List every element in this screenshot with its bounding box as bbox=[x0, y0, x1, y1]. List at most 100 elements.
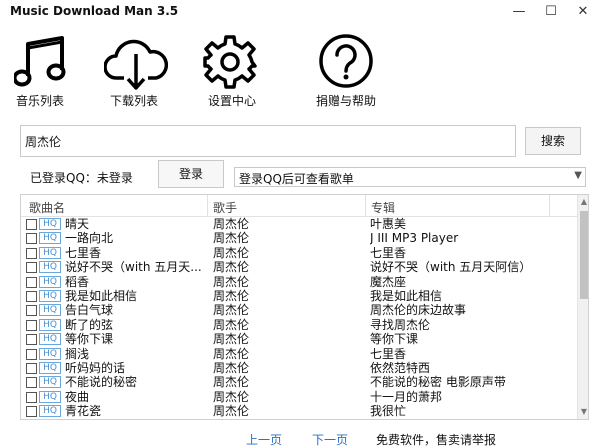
row-checkbox[interactable] bbox=[26, 406, 37, 418]
hq-badge: HQ bbox=[39, 232, 61, 245]
artist-name: 周杰伦 bbox=[213, 245, 250, 260]
table-row[interactable]: HQ 夜曲 周杰伦 十一月的萧邦 bbox=[21, 390, 577, 404]
login-button[interactable]: 登录 bbox=[158, 160, 224, 188]
close-button[interactable]: ✕ bbox=[572, 2, 594, 22]
table-row[interactable]: HQ 稻香 周杰伦 魔杰座 bbox=[21, 275, 577, 289]
row-checkbox[interactable] bbox=[26, 247, 37, 259]
artist-name: 周杰伦 bbox=[213, 317, 250, 332]
album-name: 我是如此相信 bbox=[370, 288, 443, 303]
table-row[interactable]: HQ 我是如此相信 周杰伦 我是如此相信 bbox=[21, 289, 577, 303]
hq-badge: HQ bbox=[39, 304, 61, 317]
hq-badge: HQ bbox=[39, 390, 61, 403]
table-row[interactable]: HQ 告白气球 周杰伦 周杰伦的床边故事 bbox=[21, 303, 577, 317]
column-divider[interactable] bbox=[549, 195, 550, 217]
artist-name: 周杰伦 bbox=[213, 217, 250, 231]
song-title: 稻香 bbox=[65, 274, 90, 289]
table-row[interactable]: HQ 断了的弦 周杰伦 寻找周杰伦 bbox=[21, 318, 577, 332]
help-button[interactable]: 捐赠与帮助 bbox=[310, 34, 400, 110]
table-row[interactable]: HQ 晴天 周杰伦 叶惠美 bbox=[21, 217, 577, 231]
music-list-label: 音乐列表 bbox=[16, 94, 65, 108]
artist-name: 周杰伦 bbox=[213, 260, 250, 275]
album-name: 周杰伦的床边故事 bbox=[370, 303, 467, 318]
song-title: 不能说的秘密 bbox=[65, 375, 138, 390]
artist-name: 周杰伦 bbox=[213, 231, 250, 246]
row-checkbox[interactable] bbox=[26, 262, 37, 274]
table-row[interactable]: HQ 搁浅 周杰伦 七里香 bbox=[21, 347, 577, 361]
album-name: 说好不哭（with 五月天阿信） bbox=[370, 260, 532, 275]
hq-badge: HQ bbox=[39, 261, 61, 274]
row-checkbox[interactable] bbox=[26, 219, 37, 230]
column-divider[interactable] bbox=[207, 195, 208, 217]
column-header-artist[interactable]: 歌手 bbox=[213, 199, 237, 216]
prev-page-link[interactable]: 上一页 bbox=[246, 431, 282, 447]
table-body: HQ 晴天 周杰伦 叶惠美 HQ 一路向北 周杰伦 J III MP3 Player HQ 七里香… bbox=[21, 217, 577, 418]
album-name: J III MP3 Player bbox=[370, 231, 459, 246]
music-list-button[interactable]: 音乐列表 bbox=[12, 34, 102, 110]
song-title: 七里香 bbox=[65, 245, 102, 260]
album-name: 我很忙 bbox=[370, 404, 407, 419]
settings-button[interactable]: 设置中心 bbox=[198, 34, 288, 110]
artist-name: 周杰伦 bbox=[213, 274, 250, 289]
album-name: 七里香 bbox=[370, 245, 407, 260]
scroll-down-icon[interactable]: ▼ bbox=[578, 405, 588, 419]
hq-badge: HQ bbox=[39, 361, 61, 374]
artist-name: 周杰伦 bbox=[213, 389, 250, 404]
hq-badge: HQ bbox=[39, 405, 61, 418]
cloud-download-icon bbox=[104, 39, 168, 90]
minimize-button[interactable]: — bbox=[508, 2, 530, 22]
column-divider[interactable] bbox=[365, 195, 366, 217]
table-row[interactable]: HQ 青花瓷 周杰伦 我很忙 bbox=[21, 404, 577, 418]
scroll-up-icon[interactable]: ▲ bbox=[578, 195, 588, 209]
gear-icon bbox=[203, 35, 257, 89]
table-header: 歌曲名 歌手 专辑 bbox=[21, 195, 577, 217]
row-checkbox[interactable] bbox=[26, 233, 37, 245]
row-checkbox[interactable] bbox=[26, 348, 37, 360]
scroll-thumb[interactable] bbox=[580, 211, 588, 299]
title-bar: Music Download Man 3.5 — ☐ ✕ bbox=[0, 0, 600, 24]
column-header-song[interactable]: 歌曲名 bbox=[29, 199, 65, 216]
table-row[interactable]: HQ 听妈妈的话 周杰伦 依然范特西 bbox=[21, 361, 577, 375]
album-name: 等你下课 bbox=[370, 332, 419, 347]
table-row[interactable]: HQ 七里香 周杰伦 七里香 bbox=[21, 246, 577, 260]
search-button[interactable]: 搜索 bbox=[525, 127, 581, 155]
song-title: 告白气球 bbox=[65, 303, 114, 318]
table-row[interactable]: HQ 等你下课 周杰伦 等你下课 bbox=[21, 332, 577, 346]
hq-badge: HQ bbox=[39, 347, 61, 360]
artist-name: 周杰伦 bbox=[213, 375, 250, 390]
music-note-icon bbox=[14, 36, 66, 87]
maximize-button[interactable]: ☐ bbox=[540, 2, 562, 22]
song-title: 一路向北 bbox=[65, 231, 114, 246]
artist-name: 周杰伦 bbox=[213, 346, 250, 361]
row-checkbox[interactable] bbox=[26, 305, 37, 317]
column-header-album[interactable]: 专辑 bbox=[371, 199, 395, 216]
row-checkbox[interactable] bbox=[26, 362, 37, 374]
table-row[interactable]: HQ 不能说的秘密 周杰伦 不能说的秘密 电影原声带 bbox=[21, 375, 577, 389]
album-name: 七里香 bbox=[370, 346, 407, 361]
row-checkbox[interactable] bbox=[26, 319, 37, 331]
artist-name: 周杰伦 bbox=[213, 404, 250, 419]
table-row[interactable]: HQ 说好不哭（with 五月天... 周杰伦 说好不哭（with 五月天阿信） bbox=[21, 260, 577, 274]
album-name: 十一月的萧邦 bbox=[370, 389, 443, 404]
row-checkbox[interactable] bbox=[26, 290, 37, 302]
download-list-button[interactable]: 下载列表 bbox=[104, 34, 194, 110]
download-list-label: 下载列表 bbox=[110, 94, 159, 108]
song-title: 听妈妈的话 bbox=[65, 360, 126, 375]
next-page-link[interactable]: 下一页 bbox=[312, 431, 348, 447]
search-input[interactable]: 周杰伦 bbox=[20, 125, 516, 157]
artist-name: 周杰伦 bbox=[213, 360, 250, 375]
row-checkbox[interactable] bbox=[26, 334, 37, 346]
table-row[interactable]: HQ 一路向北 周杰伦 J III MP3 Player bbox=[21, 231, 577, 245]
row-checkbox[interactable] bbox=[26, 276, 37, 288]
song-title: 夜曲 bbox=[65, 389, 90, 404]
hq-badge: HQ bbox=[39, 318, 61, 331]
row-checkbox[interactable] bbox=[26, 391, 37, 403]
hq-badge: HQ bbox=[39, 275, 61, 288]
vertical-scrollbar[interactable]: ▲ ▼ bbox=[577, 195, 588, 419]
footer-notice: 免费软件，售卖请举报 bbox=[376, 433, 497, 447]
song-title: 断了的弦 bbox=[65, 317, 114, 332]
row-checkbox[interactable] bbox=[26, 377, 37, 389]
playlist-dropdown[interactable]: 登录QQ后可查看歌单 ▼ bbox=[234, 167, 586, 187]
album-name: 依然范特西 bbox=[370, 360, 431, 375]
song-title: 青花瓷 bbox=[65, 404, 102, 419]
artist-name: 周杰伦 bbox=[213, 288, 250, 303]
